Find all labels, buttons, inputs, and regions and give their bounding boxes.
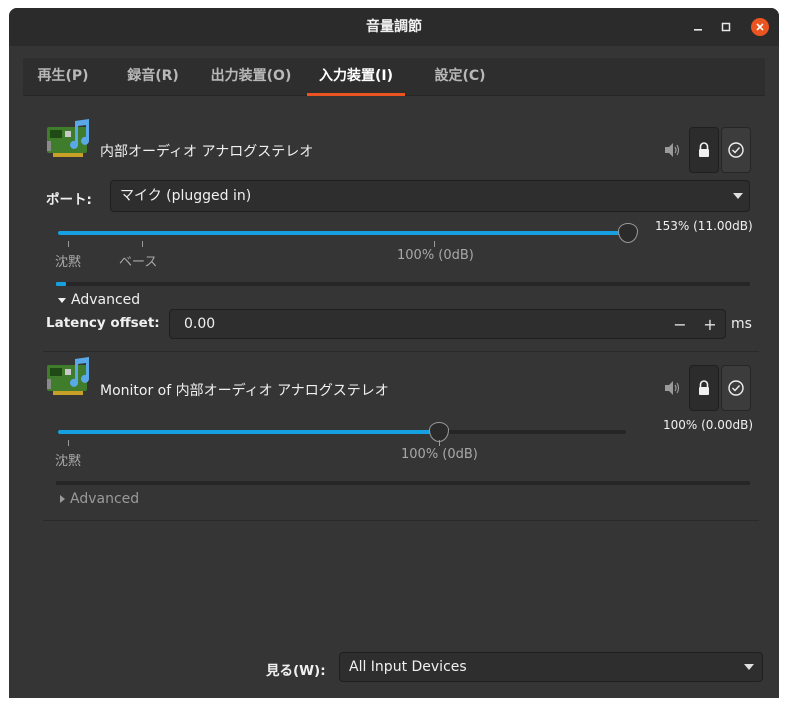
close-button[interactable] (751, 18, 769, 36)
tick-silence (68, 440, 69, 446)
check-circle-icon (728, 380, 744, 396)
close-icon (756, 23, 764, 31)
expander-open-icon (58, 297, 66, 303)
tab-recording[interactable]: 録音(R) (119, 58, 187, 96)
latency-offset-spinbutton[interactable]: 0.00 − + (169, 309, 726, 339)
show-devices-value: All Input Devices (349, 659, 467, 675)
titlebar[interactable]: 音量調節 (9, 8, 779, 46)
device-name: Monitor of 内部オーディオ アナログステレオ (100, 383, 389, 399)
sound-card-icon (47, 119, 89, 157)
show-devices-select[interactable]: All Input Devices (339, 652, 763, 682)
lock-icon (699, 142, 709, 157)
tick-100 (439, 440, 440, 446)
device-name: 内部オーディオ アナログステレオ (100, 144, 314, 160)
advanced-label: Advanced (70, 491, 140, 507)
latency-label: Latency offset: (46, 315, 160, 331)
lock-channels-button[interactable] (689, 127, 719, 173)
advanced-expander[interactable]: Advanced (60, 491, 139, 507)
tab-input-devices[interactable]: 入力装置(I) (307, 58, 405, 96)
latency-unit: ms (731, 316, 752, 332)
volume-slider-handle[interactable] (617, 223, 638, 243)
dropdown-arrow-icon (744, 664, 754, 670)
level-meter (56, 282, 750, 286)
volume-slider-fill (58, 231, 628, 235)
speaker-icon[interactable] (663, 142, 681, 158)
port-label: ポート: (46, 192, 92, 208)
device-separator (43, 520, 759, 521)
minimize-icon (694, 29, 702, 31)
mark-base: ベース (119, 255, 158, 270)
maximize-icon (721, 22, 731, 32)
speaker-icon[interactable] (663, 380, 681, 396)
expander-closed-icon (60, 495, 65, 503)
show-label: 見る(W): (266, 663, 326, 679)
volume-control-window: 音量調節 再生(P) 録音(R) 出力装置(O) 入力装置(I) 設定(C) 内… (9, 8, 779, 698)
tab-bar: 再生(P) 録音(R) 出力装置(O) 入力装置(I) 設定(C) (23, 58, 765, 96)
level-meter (56, 481, 750, 485)
set-default-button[interactable] (721, 127, 751, 173)
lock-channels-button[interactable] (689, 365, 719, 411)
volume-slider-handle[interactable] (429, 422, 449, 442)
volume-value-label: 100% (0.00dB) (663, 418, 754, 432)
advanced-label: Advanced (71, 292, 141, 308)
tick-base (142, 241, 143, 247)
volume-value-label: 153% (11.00dB) (655, 219, 753, 233)
device-separator (43, 351, 759, 352)
increment-button[interactable]: + (695, 310, 725, 338)
advanced-expander[interactable]: Advanced (58, 292, 140, 308)
tab-output-devices[interactable]: 出力装置(O) (203, 58, 299, 96)
mark-100: 100% (0dB) (397, 248, 474, 263)
level-meter-fill (56, 282, 67, 286)
latency-value: 0.00 (184, 316, 216, 332)
mark-100: 100% (0dB) (401, 447, 478, 462)
decrement-button[interactable]: − (665, 310, 695, 338)
tab-playback[interactable]: 再生(P) (29, 58, 97, 96)
tick-silence (68, 241, 69, 247)
minimize-button[interactable] (689, 18, 707, 36)
maximize-button[interactable] (717, 18, 735, 36)
tick-100 (434, 241, 435, 247)
tab-configuration[interactable]: 設定(C) (423, 58, 497, 96)
port-select[interactable]: マイク (plugged in) (110, 180, 750, 212)
mark-silence: 沈黙 (55, 255, 82, 270)
mark-silence: 沈黙 (55, 454, 82, 469)
volume-slider-fill (58, 430, 439, 434)
sound-card-icon (47, 357, 89, 395)
port-select-value: マイク (plugged in) (120, 188, 252, 204)
set-default-button[interactable] (721, 365, 751, 411)
check-circle-icon (728, 142, 744, 158)
device-list: 内部オーディオ アナログステレオ ポート: マイク (plugged in) 1… (23, 97, 765, 682)
window-title: 音量調節 (366, 19, 422, 35)
dropdown-arrow-icon (733, 193, 743, 199)
lock-icon (699, 380, 709, 395)
